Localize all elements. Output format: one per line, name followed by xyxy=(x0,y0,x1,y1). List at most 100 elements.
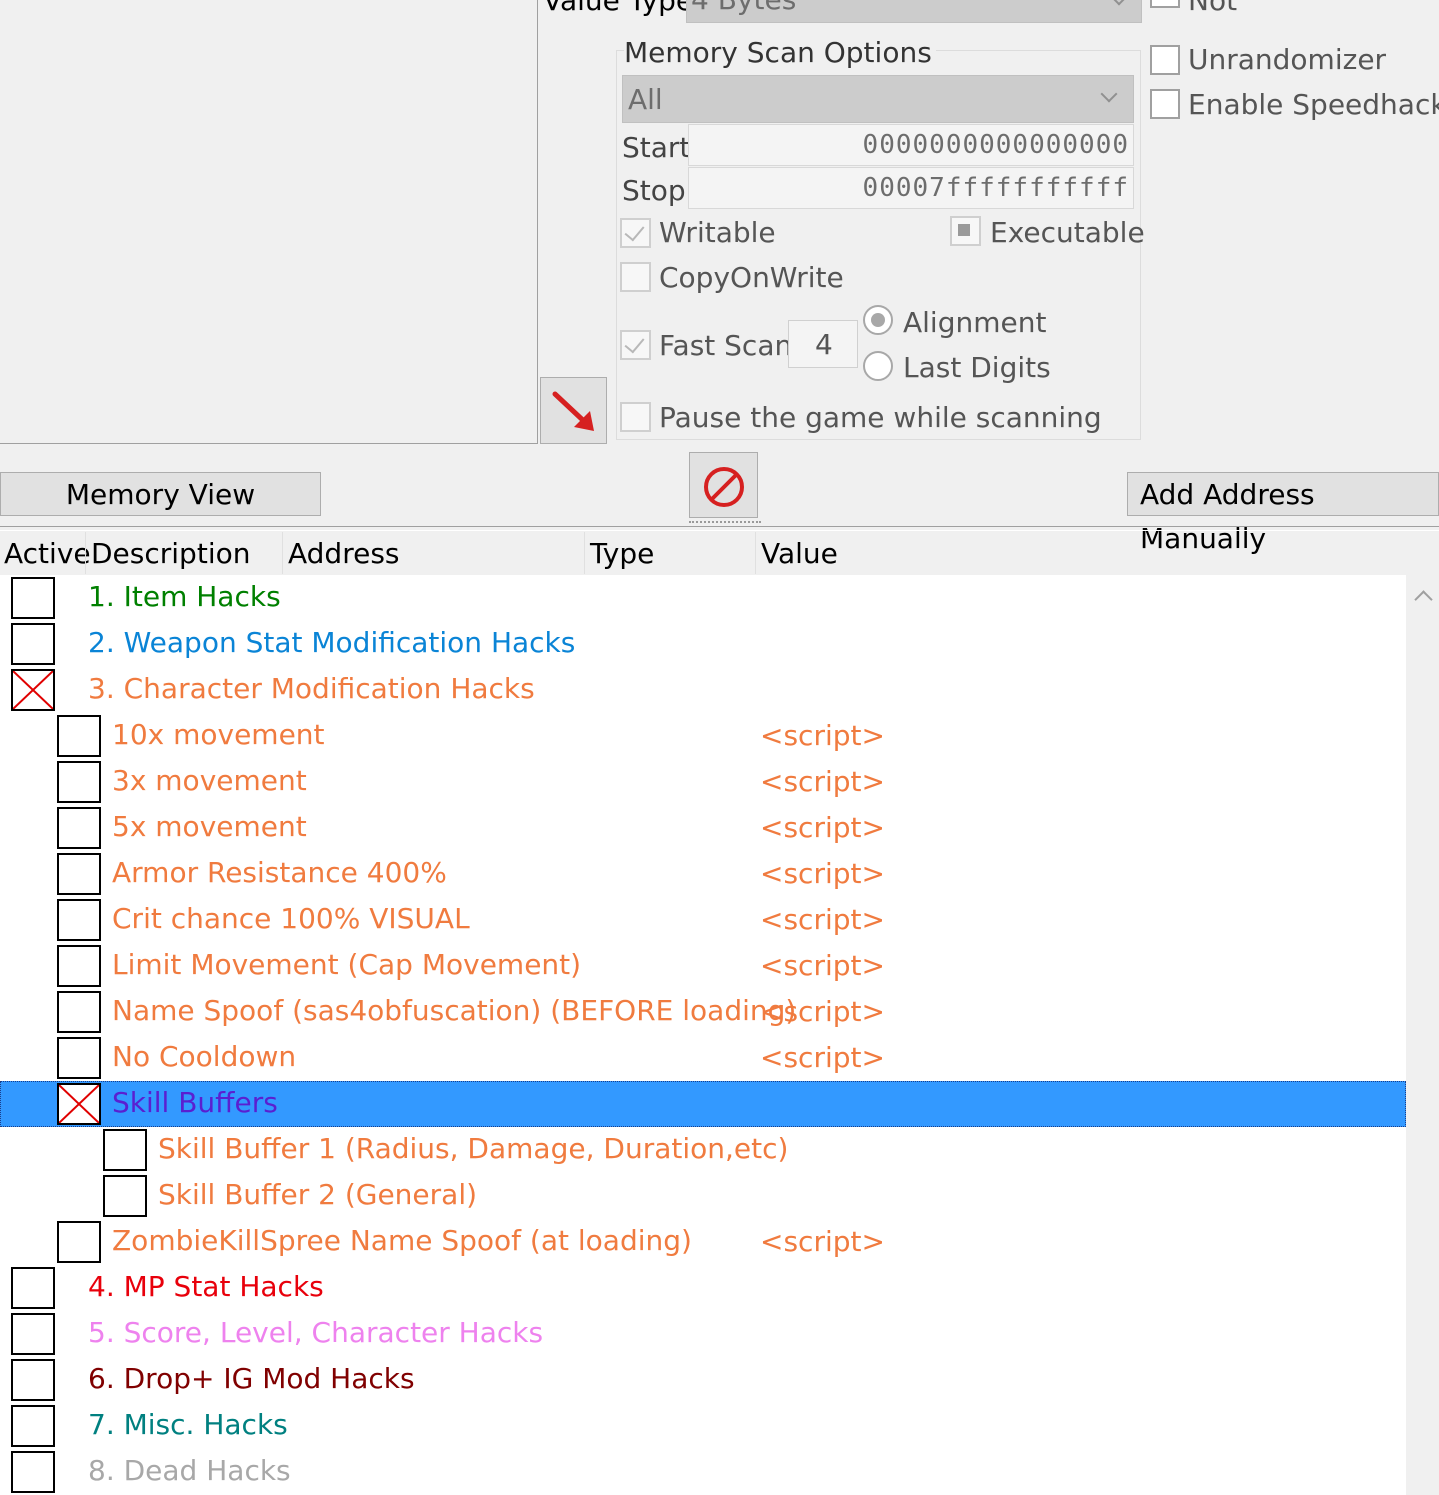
pause-game-checkbox[interactable] xyxy=(620,402,651,432)
last-digits-radio[interactable] xyxy=(863,351,893,381)
table-row[interactable]: ZombieKillSpree Name Spoof (at loading) <… xyxy=(0,1219,1406,1265)
active-checkbox[interactable] xyxy=(11,1313,55,1355)
start-address-input[interactable]: 0000000000000000 xyxy=(688,124,1134,166)
row-value: <script> xyxy=(760,949,885,982)
header-active[interactable]: Active xyxy=(4,536,91,572)
table-row[interactable]: 7. Misc. Hacks xyxy=(0,1403,1406,1449)
table-row[interactable]: Skill Buffer 2 (General) xyxy=(0,1173,1406,1219)
row-value: <script> xyxy=(760,765,885,798)
active-checkbox[interactable] xyxy=(57,991,101,1033)
row-value: <script> xyxy=(760,1041,885,1074)
fast-scan-value-input[interactable]: 4 xyxy=(788,320,858,368)
active-checkbox[interactable] xyxy=(57,1083,101,1125)
row-description: 6. Drop+ IG Mod Hacks xyxy=(88,1362,415,1395)
writable-label: Writable xyxy=(659,216,776,249)
header-separator[interactable] xyxy=(282,532,283,574)
speedhack-checkbox[interactable] xyxy=(1150,89,1180,119)
add-address-manually-button[interactable]: Add Address Manually xyxy=(1127,472,1439,555)
row-description: Skill Buffer 1 (Radius, Damage, Duration… xyxy=(158,1132,789,1165)
stop-label: Stop xyxy=(622,174,686,207)
unrandomizer-checkbox[interactable] xyxy=(1150,45,1180,75)
chevron-down-icon xyxy=(1110,0,1128,6)
fast-scan-value: 4 xyxy=(815,328,833,361)
table-row[interactable]: 10x movement <script> xyxy=(0,713,1406,759)
row-description: Skill Buffers xyxy=(112,1086,278,1119)
panel-divider[interactable] xyxy=(0,526,1439,531)
row-description: 3. Character Modification Hacks xyxy=(88,672,535,705)
row-description: 2. Weapon Stat Modification Hacks xyxy=(88,626,576,659)
row-description: ZombieKillSpree Name Spoof (at loading) xyxy=(112,1224,692,1257)
active-checkbox[interactable] xyxy=(57,899,101,941)
value-type-label: Value Type xyxy=(543,0,694,17)
active-checkbox[interactable] xyxy=(57,1221,101,1263)
active-checkbox[interactable] xyxy=(103,1129,147,1171)
table-row[interactable]: 8. Dead Hacks xyxy=(0,1449,1406,1495)
table-row[interactable]: Armor Resistance 400% <script> xyxy=(0,851,1406,897)
row-description: 7. Misc. Hacks xyxy=(88,1408,288,1441)
region-select[interactable]: All xyxy=(622,75,1134,123)
row-description: 10x movement xyxy=(112,718,325,751)
table-row[interactable]: Name Spoof (sas4obfuscation) (BEFORE loa… xyxy=(0,989,1406,1035)
table-row[interactable]: 6. Drop+ IG Mod Hacks xyxy=(0,1357,1406,1403)
table-row[interactable]: 5x movement <script> xyxy=(0,805,1406,851)
active-checkbox[interactable] xyxy=(57,807,101,849)
active-checkbox[interactable] xyxy=(103,1175,147,1217)
active-checkbox[interactable] xyxy=(11,1405,55,1447)
executable-label: Executable xyxy=(990,216,1145,249)
table-row[interactable]: Limit Movement (Cap Movement) <script> xyxy=(0,943,1406,989)
table-row[interactable]: Skill Buffer 1 (Radius, Damage, Duration… xyxy=(0,1127,1406,1173)
row-value: <script> xyxy=(760,811,885,844)
row-value: <script> xyxy=(760,719,885,752)
active-checkbox[interactable] xyxy=(11,577,55,619)
cheat-table-list[interactable]: 1. Item Hacks 2. Weapon Stat Modification… xyxy=(0,575,1406,1495)
chevron-up-icon[interactable] xyxy=(1414,590,1433,609)
header-type[interactable]: Type xyxy=(590,536,654,572)
header-separator[interactable] xyxy=(584,532,585,574)
header-separator[interactable] xyxy=(755,532,756,574)
active-checkbox[interactable] xyxy=(11,1451,55,1493)
not-checkbox[interactable] xyxy=(1150,0,1180,8)
header-description[interactable]: Description xyxy=(91,536,250,572)
unrandomizer-label: Unrandomizer xyxy=(1188,43,1387,76)
header-address[interactable]: Address xyxy=(288,536,400,572)
active-checkbox[interactable] xyxy=(11,1267,55,1309)
header-separator[interactable] xyxy=(85,532,86,574)
vertical-scrollbar[interactable] xyxy=(1406,575,1439,1495)
row-description: Limit Movement (Cap Movement) xyxy=(112,948,582,981)
table-row[interactable]: 3. Character Modification Hacks xyxy=(0,667,1406,713)
not-label: Not xyxy=(1188,0,1238,17)
fast-scan-checkbox[interactable] xyxy=(620,330,651,360)
table-row[interactable]: 3x movement <script> xyxy=(0,759,1406,805)
add-to-list-button[interactable] xyxy=(540,377,607,444)
value-type-select[interactable]: 4 Bytes xyxy=(686,0,1142,23)
active-checkbox[interactable] xyxy=(57,715,101,757)
found-list-panel[interactable] xyxy=(0,0,538,444)
stop-address-input[interactable]: 00007fffffffffff xyxy=(688,167,1134,209)
writable-checkbox[interactable] xyxy=(620,218,651,248)
table-row[interactable]: 2. Weapon Stat Modification Hacks xyxy=(0,621,1406,667)
table-row[interactable]: Skill Buffers xyxy=(0,1081,1406,1127)
executable-checkbox[interactable] xyxy=(950,216,981,246)
value-type-value: 4 Bytes xyxy=(691,0,796,17)
header-value[interactable]: Value xyxy=(761,536,838,572)
table-row[interactable]: 5. Score, Level, Character Hacks xyxy=(0,1311,1406,1357)
active-checkbox[interactable] xyxy=(11,623,55,665)
alignment-radio[interactable] xyxy=(863,305,893,335)
active-checkbox[interactable] xyxy=(57,853,101,895)
active-checkbox[interactable] xyxy=(11,669,55,711)
active-checkbox[interactable] xyxy=(57,761,101,803)
table-row[interactable]: 1. Item Hacks xyxy=(0,575,1406,621)
no-entry-icon xyxy=(704,467,744,507)
copyonwrite-checkbox[interactable] xyxy=(620,262,651,292)
stop-button[interactable] xyxy=(689,452,758,518)
table-row[interactable]: No Cooldown <script> xyxy=(0,1035,1406,1081)
row-value: <script> xyxy=(760,1225,885,1258)
active-checkbox[interactable] xyxy=(57,1037,101,1079)
cross-icon xyxy=(13,671,53,709)
memory-view-button[interactable]: Memory View xyxy=(0,472,321,516)
table-row[interactable]: 4. MP Stat Hacks xyxy=(0,1265,1406,1311)
active-checkbox[interactable] xyxy=(57,945,101,987)
row-description: Crit chance 100% VISUAL xyxy=(112,902,470,935)
active-checkbox[interactable] xyxy=(11,1359,55,1401)
table-row[interactable]: Crit chance 100% VISUAL <script> xyxy=(0,897,1406,943)
